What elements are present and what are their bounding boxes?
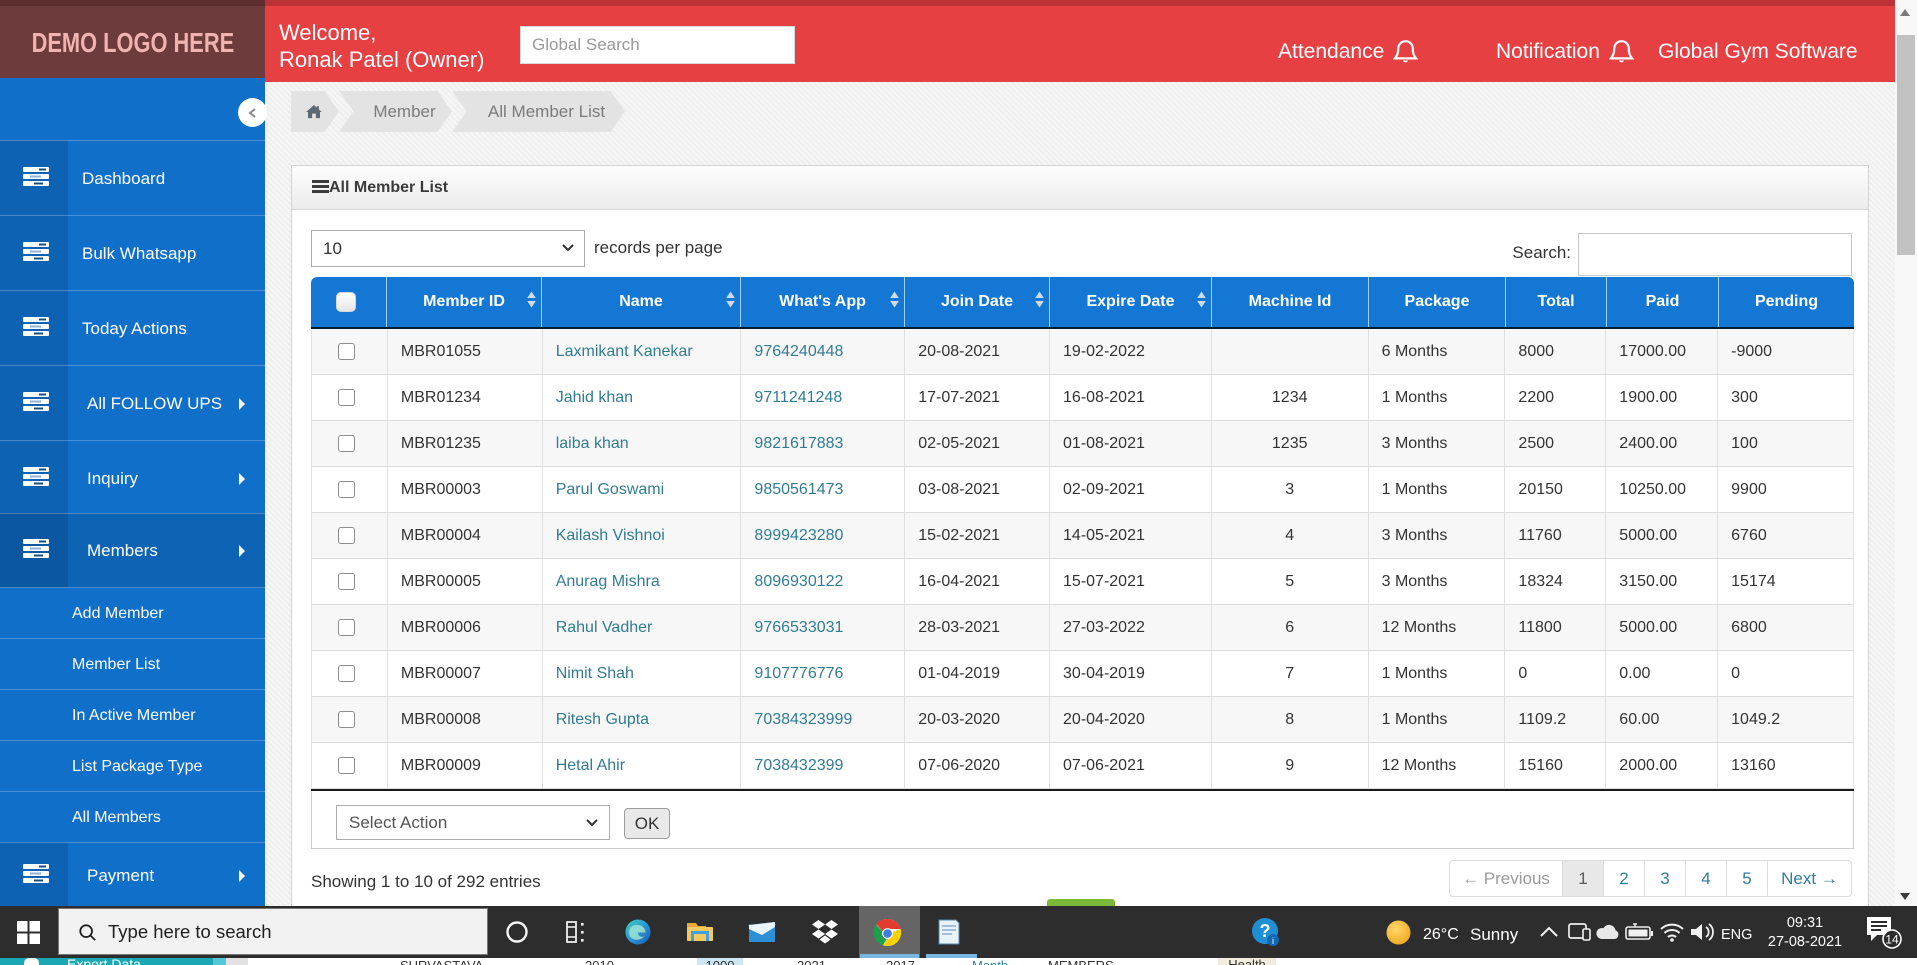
svg-text:i: i [1272,936,1274,946]
svg-text:14: 14 [1885,933,1899,947]
